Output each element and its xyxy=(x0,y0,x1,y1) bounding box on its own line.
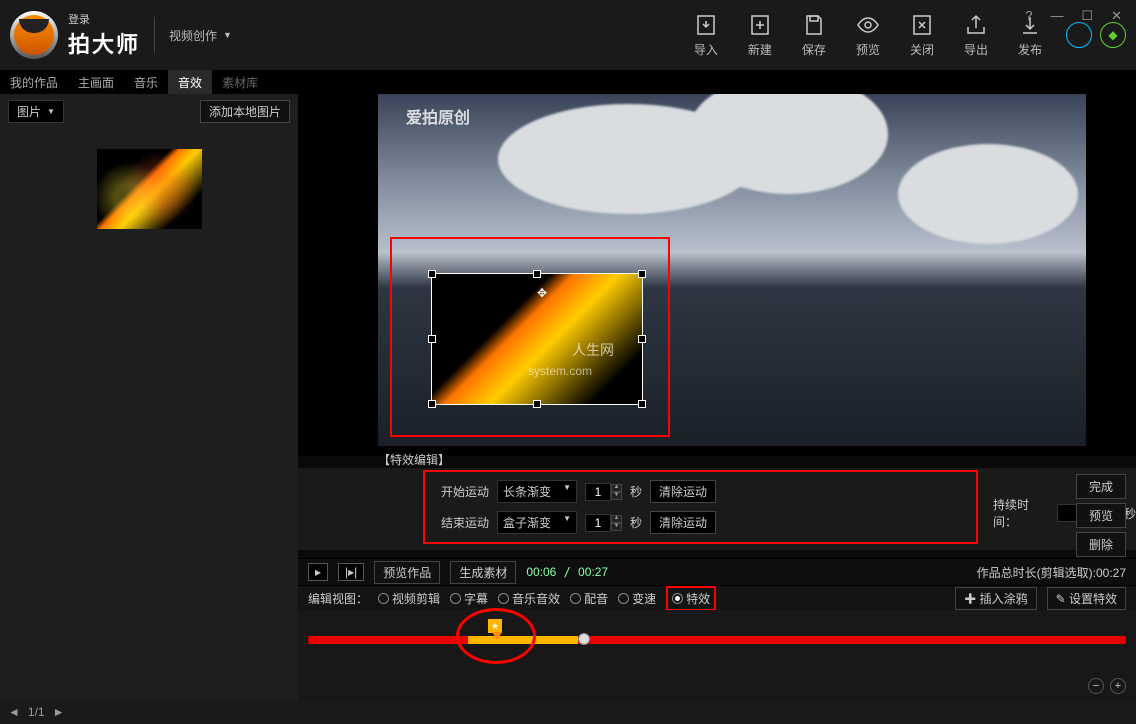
watermark-url: system.com xyxy=(528,364,592,378)
fx-panel: 开始运动 长条渐变▼ ▲▼ 秒 清除运动 结束运动 盒子渐变▼ ▲▼ 秒 清除运… xyxy=(298,468,1136,550)
start-sec-field[interactable]: ▲▼ xyxy=(585,483,622,501)
source-watermark: 爱拍原创 xyxy=(406,104,470,128)
radio-effects[interactable]: 特效 xyxy=(666,586,716,611)
radio-subtitle[interactable]: 字幕 xyxy=(450,590,488,607)
clip-range[interactable] xyxy=(468,636,578,644)
zoom-out-button[interactable]: − xyxy=(1088,678,1104,694)
preview-button[interactable]: 预览 xyxy=(856,13,880,58)
tab-music[interactable]: 音乐 xyxy=(124,70,168,95)
status-bar: ◄ 1/1 ► xyxy=(0,700,1136,724)
tab-myworks[interactable]: 我的作品 xyxy=(0,70,68,95)
minimize-button[interactable]: — xyxy=(1050,8,1063,24)
video-canvas[interactable]: 爱拍原创 ✥ 人生网 system.com xyxy=(378,94,1086,446)
mode-selector[interactable]: 视频创作 ▼ xyxy=(169,27,232,44)
start-motion-label: 开始运动 xyxy=(441,483,489,500)
spin-up-icon[interactable]: ▲ xyxy=(611,484,622,492)
prev-page-button[interactable]: ◄ xyxy=(8,705,20,719)
radio-speed[interactable]: 变速 xyxy=(618,590,656,607)
radio-music[interactable]: 音乐音效 xyxy=(498,590,560,607)
end-sec-field[interactable]: ▲▼ xyxy=(585,514,622,532)
timeline[interactable]: ★ − + xyxy=(298,610,1136,700)
app-brand: 拍大师 xyxy=(68,27,140,59)
fx-edit-label: 【特效编辑】 xyxy=(378,451,450,468)
tab-library[interactable]: 素材库 xyxy=(212,70,268,95)
type-dropdown[interactable]: 图片▼ xyxy=(8,100,64,123)
timeline-track[interactable]: ★ xyxy=(308,636,1126,644)
edit-view-label: 编辑视图： xyxy=(308,590,368,607)
end-motion-select[interactable]: 盒子渐变▼ xyxy=(497,511,577,534)
chevron-down-icon: ▼ xyxy=(223,30,232,40)
category-tabs: 我的作品 主画面 音乐 音效 素材库 xyxy=(0,70,1136,94)
clear-end-button[interactable]: 清除运动 xyxy=(650,511,716,534)
add-local-image-button[interactable]: 添加本地图片 xyxy=(200,100,290,123)
save-button[interactable]: 保存 xyxy=(802,13,826,58)
play-bar: ▸ |▸| 预览作品 生成素材 00:06 / 00:27 作品总时长(剪辑选取… xyxy=(298,558,1136,586)
chevron-down-icon: ▼ xyxy=(47,107,55,116)
tab-soundfx[interactable]: 音效 xyxy=(168,70,212,95)
total-duration-label: 作品总时长(剪辑选取):00:27 xyxy=(977,564,1126,581)
page-indicator: 1/1 xyxy=(28,705,45,719)
preview-area: 爱拍原创 ✥ 人生网 system.com xyxy=(298,94,1136,456)
fx-settings-button[interactable]: ✎ 设置特效 xyxy=(1047,587,1126,610)
left-panel: 图片▼ 添加本地图片 xyxy=(0,94,298,700)
end-motion-label: 结束运动 xyxy=(441,514,489,531)
sec-unit: 秒 xyxy=(630,483,642,500)
import-button[interactable]: 导入 xyxy=(694,13,718,58)
divider xyxy=(154,17,155,53)
edit-view-row: 编辑视图： 视频剪辑 字幕 音乐音效 配音 变速 特效 ✚ 插入涂鸦 ✎ 设置特… xyxy=(298,586,1136,610)
new-button[interactable]: 新建 xyxy=(748,13,772,58)
help-button[interactable]: ? xyxy=(1025,8,1032,24)
duration-label: 持续时间： xyxy=(993,496,1051,530)
fx-preview-button[interactable]: 预览 xyxy=(1076,503,1126,528)
window-controls: ? — ☐ ✕ xyxy=(1011,0,1136,32)
next-page-button[interactable]: ► xyxy=(53,705,65,719)
preview-work-button[interactable]: 预览作品 xyxy=(374,561,440,584)
move-icon: ✥ xyxy=(537,286,547,300)
selection-box[interactable]: ✥ 人生网 system.com xyxy=(390,237,670,437)
mode-label: 视频创作 xyxy=(169,27,217,44)
play-button[interactable]: ▸ xyxy=(308,563,328,581)
maximize-button[interactable]: ☐ xyxy=(1081,8,1093,24)
login-link[interactable]: 登录 xyxy=(68,11,140,27)
insert-doodle-button[interactable]: ✚ 插入涂鸦 xyxy=(955,587,1036,610)
clear-start-button[interactable]: 清除运动 xyxy=(650,480,716,503)
overlay-image[interactable]: ✥ 人生网 system.com xyxy=(432,274,642,404)
radio-video-edit[interactable]: 视频剪辑 xyxy=(378,590,440,607)
app-logo-icon xyxy=(10,11,58,59)
fx-highlight-box: 开始运动 长条渐变▼ ▲▼ 秒 清除运动 结束运动 盒子渐变▼ ▲▼ 秒 清除运… xyxy=(423,470,978,544)
zoom-in-button[interactable]: + xyxy=(1110,678,1126,694)
export-button[interactable]: 导出 xyxy=(964,13,988,58)
done-button[interactable]: 完成 xyxy=(1076,474,1126,499)
close-button[interactable]: ✕ xyxy=(1111,8,1122,24)
toolbar: 导入 新建 保存 预览 关闭 导出 发布 xyxy=(694,13,1042,58)
start-motion-select[interactable]: 长条渐变▼ xyxy=(497,480,577,503)
delete-button[interactable]: 删除 xyxy=(1076,532,1126,557)
clip-end-handle[interactable] xyxy=(578,633,590,645)
tab-mainscreen[interactable]: 主画面 xyxy=(68,70,124,95)
close-file-button[interactable]: 关闭 xyxy=(910,13,934,58)
title-bar: 登录 拍大师 视频创作 ▼ 导入 新建 保存 预览 关闭 导出 发布 ◆ xyxy=(0,0,1136,70)
gen-asset-button[interactable]: 生成素材 xyxy=(450,561,516,584)
playhead[interactable] xyxy=(492,632,502,640)
spin-down-icon[interactable]: ▼ xyxy=(611,492,622,500)
timecode: 00:06 / 00:27 xyxy=(526,565,608,579)
marker-star-icon[interactable]: ★ xyxy=(488,619,502,633)
radio-dub[interactable]: 配音 xyxy=(570,590,608,607)
asset-thumbnail[interactable] xyxy=(97,149,202,229)
watermark-text: 人生网 xyxy=(572,340,614,360)
range-play-button[interactable]: |▸| xyxy=(338,563,364,581)
